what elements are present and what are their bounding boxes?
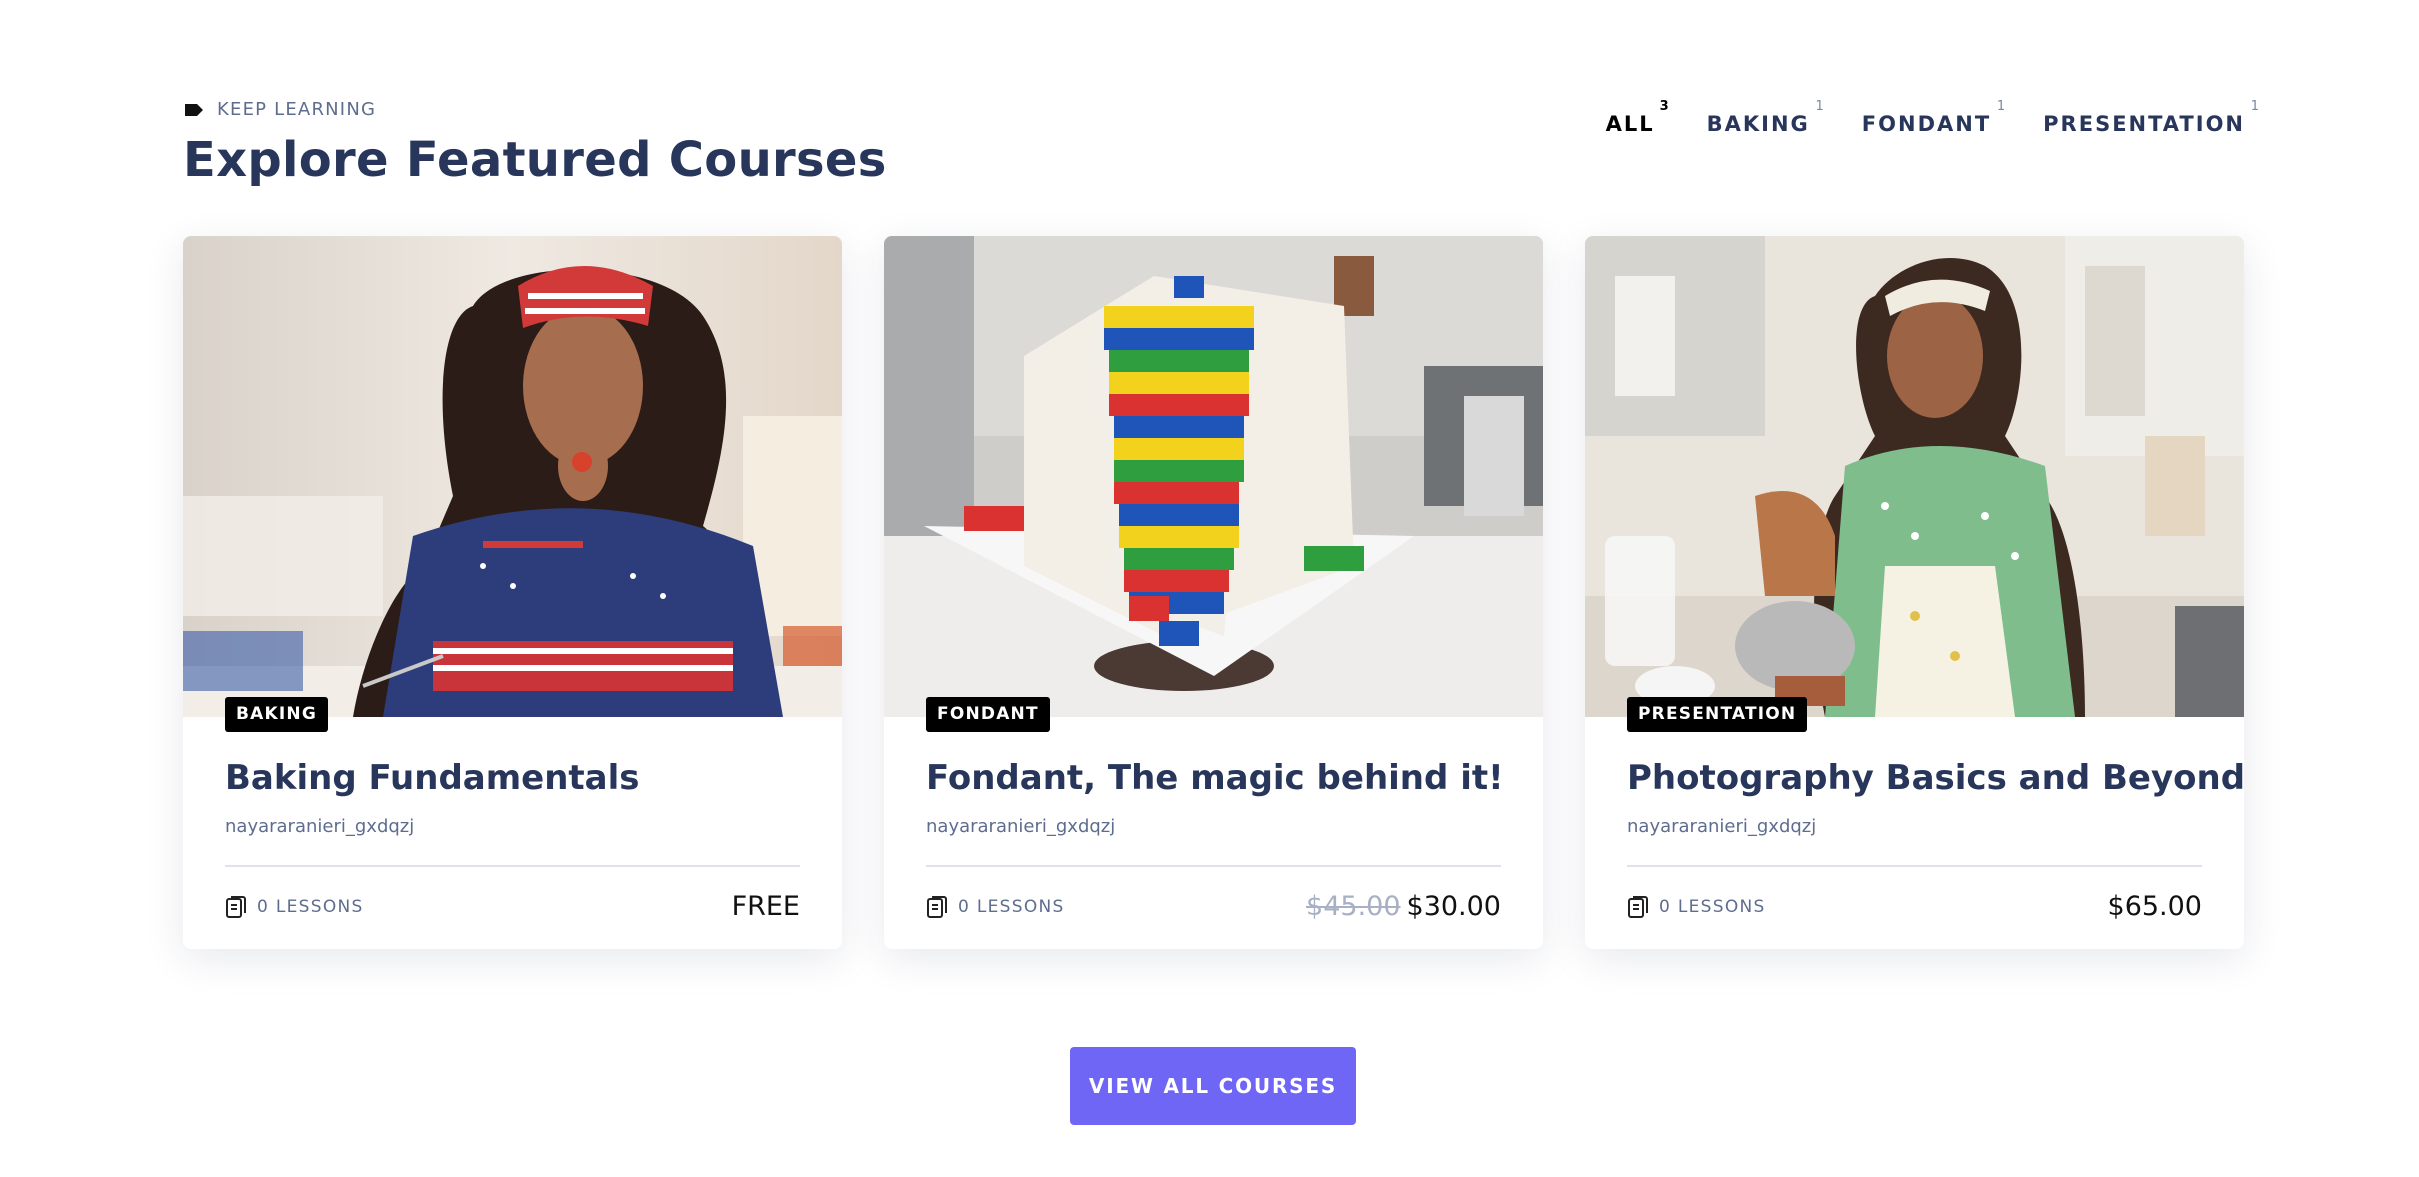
course-card[interactable]: BAKING Baking Fundamentals nayararanieri… [183, 236, 842, 949]
book-icon [226, 895, 246, 918]
filter-count: 1 [2250, 99, 2259, 114]
current-price: $65.00 [2107, 891, 2202, 922]
lesson-count-label: 0 LESSONS [257, 896, 364, 917]
baker-in-kitchen-with-mixer-photo [1585, 236, 2244, 717]
course-author[interactable]: nayararanieri_gxdqzj [1627, 816, 2202, 837]
filter-label: FONDANT [1861, 112, 1992, 136]
filter-count: 3 [1659, 99, 1669, 114]
course-meta: 0 LESSONS $65.00 [1627, 891, 2202, 922]
book-icon [1628, 895, 1648, 918]
card-divider [225, 865, 800, 867]
current-price: $30.00 [1406, 891, 1501, 922]
filter-label: ALL [1605, 112, 1655, 136]
original-price: $45.00 [1306, 891, 1401, 922]
baker-with-striped-headband-photo [183, 236, 842, 717]
filter-count: 1 [1815, 99, 1824, 114]
filter-baking[interactable]: BAKING 1 [1706, 96, 1824, 136]
filter-all[interactable]: ALL 3 [1605, 96, 1669, 136]
page-title: Explore Featured Courses [183, 132, 887, 188]
course-title[interactable]: Photography Basics and Beyond [1627, 758, 2244, 798]
card-body: Baking Fundamentals nayararanieri_gxdqzj… [225, 758, 800, 922]
tag-icon [185, 103, 203, 116]
lesson-count: 0 LESSONS [1627, 895, 1766, 919]
course-grid: BAKING Baking Fundamentals nayararanieri… [183, 236, 2244, 949]
course-thumbnail[interactable] [183, 236, 842, 717]
card-divider [1627, 865, 2202, 867]
book-icon [927, 895, 947, 918]
course-meta: 0 LESSONS FREE [225, 891, 800, 922]
filter-label: BAKING [1706, 112, 1810, 136]
category-badge[interactable]: PRESENTATION [1627, 697, 1808, 732]
filter-presentation[interactable]: PRESENTATION 1 [2043, 96, 2259, 136]
category-filters: ALL 3 BAKING 1 FONDANT 1 PRESENTATION 1 [1605, 96, 2259, 136]
course-card[interactable]: PRESENTATION Photography Basics and Beyo… [1585, 236, 2244, 949]
section-eyebrow: KEEP LEARNING [183, 99, 376, 120]
course-price: $45.00 $30.00 [1306, 891, 1501, 922]
course-title[interactable]: Fondant, The magic behind it! [926, 758, 1504, 798]
course-card[interactable]: FONDANT Fondant, The magic behind it! na… [884, 236, 1543, 949]
course-thumbnail[interactable] [1585, 236, 2244, 717]
view-all-courses-button[interactable]: VIEW ALL COURSES [1070, 1047, 1356, 1125]
lego-fondant-cake-photo [884, 236, 1543, 717]
filter-label: PRESENTATION [2043, 112, 2245, 136]
course-author[interactable]: nayararanieri_gxdqzj [225, 816, 800, 837]
course-title[interactable]: Baking Fundamentals [225, 758, 800, 798]
card-body: Photography Basics and Beyond nayararani… [1627, 758, 2244, 922]
course-author[interactable]: nayararanieri_gxdqzj [926, 816, 1501, 837]
category-badge[interactable]: FONDANT [926, 697, 1050, 732]
lesson-count: 0 LESSONS [926, 895, 1065, 919]
card-divider [926, 865, 1501, 867]
featured-courses-section: KEEP LEARNING Explore Featured Courses A… [183, 0, 2259, 1177]
course-price: FREE [732, 891, 800, 922]
filter-count: 1 [1996, 99, 2006, 114]
lesson-count-label: 0 LESSONS [1659, 896, 1766, 917]
course-meta: 0 LESSONS $45.00 $30.00 [926, 891, 1501, 922]
category-badge[interactable]: BAKING [225, 697, 328, 732]
course-thumbnail[interactable] [884, 236, 1543, 717]
course-price: $65.00 [2108, 891, 2202, 922]
current-price: FREE [731, 891, 800, 922]
filter-fondant[interactable]: FONDANT 1 [1861, 96, 2005, 136]
lesson-count: 0 LESSONS [225, 895, 364, 919]
card-body: Fondant, The magic behind it! nayararani… [926, 758, 1504, 922]
lesson-count-label: 0 LESSONS [958, 896, 1065, 917]
eyebrow-label: KEEP LEARNING [217, 99, 377, 120]
